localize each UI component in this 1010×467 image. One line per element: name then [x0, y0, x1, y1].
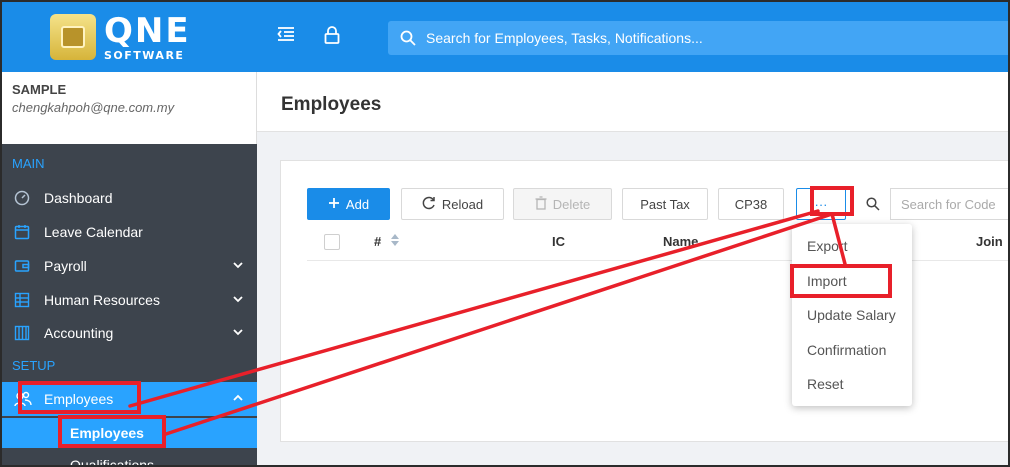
- sidebar-subitem-qualifications[interactable]: Qualifications: [2, 450, 257, 467]
- add-button[interactable]: Add: [307, 188, 390, 220]
- sidebar-item-label: Leave Calendar: [44, 224, 143, 240]
- section-main: MAIN: [12, 156, 45, 171]
- column-header-join[interactable]: Join: [976, 234, 1003, 249]
- trash-icon: [535, 195, 547, 213]
- plus-icon: [328, 196, 340, 212]
- page-title: Employees: [257, 72, 1008, 132]
- reload-button-label: Reload: [441, 196, 484, 212]
- delete-button-label: Delete: [552, 196, 591, 212]
- column-header-ic[interactable]: IC: [552, 234, 565, 249]
- menu-collapse-icon[interactable]: [276, 26, 296, 46]
- global-search-placeholder: Search for Employees, Tasks, Notificatio…: [426, 30, 703, 46]
- sort-icon[interactable]: [390, 234, 399, 249]
- sidebar-item-payroll[interactable]: Payroll: [2, 250, 257, 282]
- past-tax-button-label: Past Tax: [640, 196, 690, 212]
- sidebar-item-label: Human Resources: [44, 292, 160, 308]
- more-options-menu: Export Import Update Salary Confirmation…: [792, 224, 912, 406]
- sidebar-subitem-label: Qualifications: [70, 457, 155, 467]
- chevron-up-icon[interactable]: [233, 393, 243, 405]
- menu-item-export[interactable]: Export: [807, 238, 847, 254]
- add-button-label: Add: [345, 196, 370, 212]
- company-name: SAMPLE: [12, 82, 67, 97]
- calendar-icon: [14, 224, 36, 240]
- cp38-button-label: CP38: [734, 196, 768, 212]
- sidebar-item-human-resources[interactable]: Human Resources: [2, 284, 257, 316]
- user-email: chengkahpoh@qne.com.my: [12, 100, 175, 115]
- annotation-box-import: [790, 264, 892, 298]
- select-all-checkbox[interactable]: [324, 234, 340, 250]
- sidebar-item-label: Dashboard: [44, 190, 113, 206]
- chevron-down-icon[interactable]: [233, 294, 243, 306]
- menu-item-update-salary[interactable]: Update Salary: [807, 307, 896, 323]
- sidebar-item-accounting[interactable]: Accounting: [2, 317, 257, 349]
- sidebar-item-dashboard[interactable]: Dashboard: [2, 182, 257, 214]
- chevron-down-icon[interactable]: [233, 260, 243, 272]
- table-search-input[interactable]: Search for Code: [890, 188, 1008, 220]
- menu-item-reset[interactable]: Reset: [807, 376, 844, 392]
- sidebar-item-leave-calendar[interactable]: Leave Calendar: [2, 216, 257, 248]
- sidebar-item-label: Accounting: [44, 325, 114, 341]
- column-header-name[interactable]: Name: [663, 234, 698, 249]
- user-info: SAMPLE chengkahpoh@qne.com.my: [2, 72, 257, 144]
- wallet-icon: [14, 258, 36, 274]
- app-window: QNE SOFTWARE Search for Employees, Tasks…: [0, 0, 1010, 467]
- lock-icon[interactable]: [322, 26, 342, 46]
- accounting-icon: [14, 325, 36, 341]
- logo[interactable]: QNE SOFTWARE: [2, 2, 257, 72]
- sidebar-item-label: Payroll: [44, 258, 87, 274]
- delete-button[interactable]: Delete: [513, 188, 612, 220]
- reload-button[interactable]: Reload: [401, 188, 504, 220]
- table-search-placeholder: Search for Code: [901, 196, 996, 212]
- column-header-number[interactable]: #: [374, 234, 399, 249]
- past-tax-button[interactable]: Past Tax: [622, 188, 708, 220]
- annotation-box-employees-menu: [18, 381, 141, 414]
- global-search-input[interactable]: Search for Employees, Tasks, Notificatio…: [388, 21, 1008, 55]
- cp38-button[interactable]: CP38: [718, 188, 784, 220]
- chevron-down-icon[interactable]: [233, 327, 243, 339]
- table-search-icon[interactable]: [856, 188, 890, 220]
- logo-text: QNE: [104, 10, 191, 51]
- search-icon: [400, 30, 416, 46]
- menu-item-confirmation[interactable]: Confirmation: [807, 342, 886, 358]
- logo-subtext: SOFTWARE: [104, 48, 185, 62]
- annotation-box-employees-submenu: [58, 415, 166, 448]
- logo-mark: [50, 14, 96, 60]
- reload-icon: [422, 196, 436, 213]
- section-setup: SETUP: [12, 358, 56, 373]
- dashboard-icon: [14, 190, 36, 206]
- annotation-box-more-button: [810, 186, 854, 216]
- resources-icon: [14, 292, 36, 308]
